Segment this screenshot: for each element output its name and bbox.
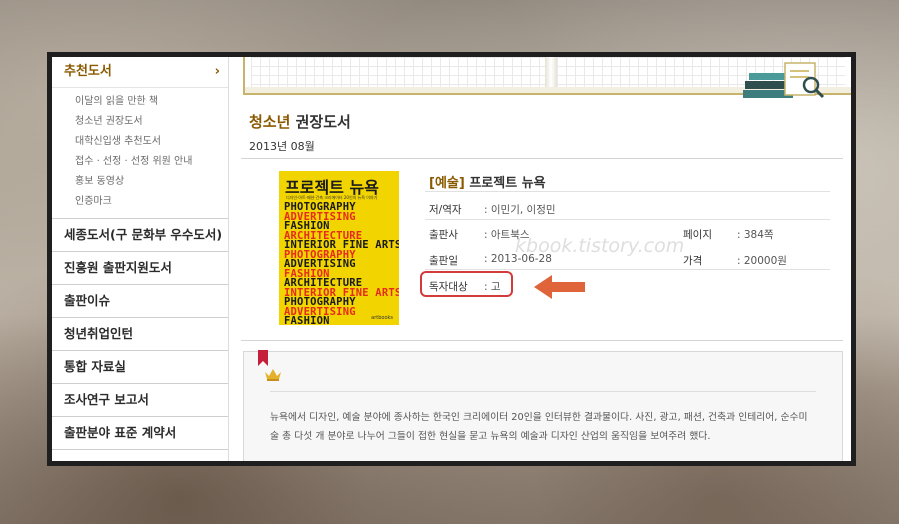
- divider: [241, 158, 843, 159]
- sidebar-submenu: 이달의 읽을 만한 책 청소년 권장도서 대학신입생 추천도서 접수 · 선정 …: [52, 88, 228, 219]
- book-description: 뉴욕에서 디자인, 예술 분야에 종사하는 한국인 크리에이터 20인을 인터뷰…: [270, 412, 808, 442]
- book-title[interactable]: [예술] 프로젝트 뉴욕: [429, 172, 546, 191]
- page-title: 청소년 권장도서: [249, 111, 351, 132]
- submenu-item-freshman[interactable]: 대학신입생 추천도서: [75, 132, 228, 152]
- page-title-rest: 권장도서: [290, 113, 351, 131]
- divider: [241, 340, 843, 341]
- pages-label: 페이지: [683, 229, 712, 241]
- submenu-item-promo-video[interactable]: 홍보 동영상: [75, 172, 228, 192]
- author-value: : 이민기, 이정민: [484, 204, 556, 216]
- cover-publisher-logo: artbooks: [371, 315, 393, 321]
- page-title-accent: 청소년: [249, 113, 291, 131]
- description-divider: [270, 391, 816, 392]
- price-label: 가격: [683, 255, 703, 267]
- description-box: 뉴욕에서 디자인, 예술 분야에 종사하는 한국인 크리에이터 20인을 인터뷰…: [243, 350, 843, 461]
- sidebar: 추천도서 › 이달의 읽을 만한 책 청소년 권장도서 대학신입생 추천도서 접…: [52, 57, 229, 461]
- publisher-label: 출판사: [429, 229, 458, 241]
- submenu-item-cert-mark[interactable]: 인증마크: [75, 192, 228, 212]
- sidebar-item-publishing-support[interactable]: 진흥원 출판지원도서: [52, 252, 228, 285]
- divider: [425, 219, 830, 220]
- pubdate-label: 출판일: [429, 255, 458, 267]
- watermark: kbook.tistory.com: [515, 235, 685, 257]
- submenu-item-selection-info[interactable]: 접수 · 선정 · 선정 위원 안내: [75, 152, 228, 172]
- sidebar-item-youth-intern[interactable]: 청년취업인턴: [52, 318, 228, 351]
- bookmark-icon: [258, 350, 268, 366]
- page-content: 추천도서 › 이달의 읽을 만한 책 청소년 권장도서 대학신입생 추천도서 접…: [52, 57, 851, 461]
- books-magnifier-icon: [743, 62, 825, 99]
- main-content: 청소년 권장도서 2013년 08월 프로젝트 뉴욕 디자인·아트·패션·건축 …: [229, 57, 851, 461]
- sidebar-header-recommended-books[interactable]: 추천도서 ›: [52, 57, 228, 88]
- chevron-right-icon: ›: [214, 64, 220, 79]
- pages-value: : 384쪽: [737, 229, 774, 241]
- sidebar-item-research-report[interactable]: 조사연구 보고서: [52, 384, 228, 417]
- submenu-item-monthly[interactable]: 이달의 읽을 만한 책: [75, 92, 228, 112]
- sidebar-item-sejong-books[interactable]: 세종도서(구 문화부 우수도서): [52, 219, 228, 252]
- sidebar-item-standard-contract[interactable]: 출판분야 표준 계약서: [52, 417, 228, 450]
- page-date: 2013년 08월: [249, 140, 315, 153]
- sidebar-header-label: 추천도서: [64, 64, 112, 79]
- divider: [425, 191, 830, 192]
- arrow-left-icon: [534, 275, 585, 299]
- reader-highlight-box: [420, 271, 513, 297]
- screenshot-frame: 추천도서 › 이달의 읽을 만한 책 청소년 권장도서 대학신입생 추천도서 접…: [47, 52, 856, 466]
- divider: [425, 269, 830, 270]
- submenu-item-youth[interactable]: 청소년 권장도서: [75, 112, 228, 132]
- book-cover[interactable]: 프로젝트 뉴욕 디자인·아트·패션·건축 크리에이터 20인의 뉴욕 이야기 P…: [279, 171, 399, 325]
- banner-fold: [545, 57, 557, 87]
- price-value: : 20000원: [737, 255, 787, 267]
- cover-typography: PHOTOGRAPHY ADVERTISING FASHION ARCHITEC…: [284, 202, 399, 325]
- author-label: 저/역자: [429, 204, 462, 216]
- book-category: [예술]: [429, 176, 465, 191]
- crown-icon: [265, 369, 281, 381]
- sidebar-item-publishing-issue[interactable]: 출판이슈: [52, 285, 228, 318]
- notebook-banner: [243, 57, 851, 99]
- sidebar-item-archive[interactable]: 통합 자료실: [52, 351, 228, 384]
- book-title-text: 프로젝트 뉴욕: [469, 176, 546, 191]
